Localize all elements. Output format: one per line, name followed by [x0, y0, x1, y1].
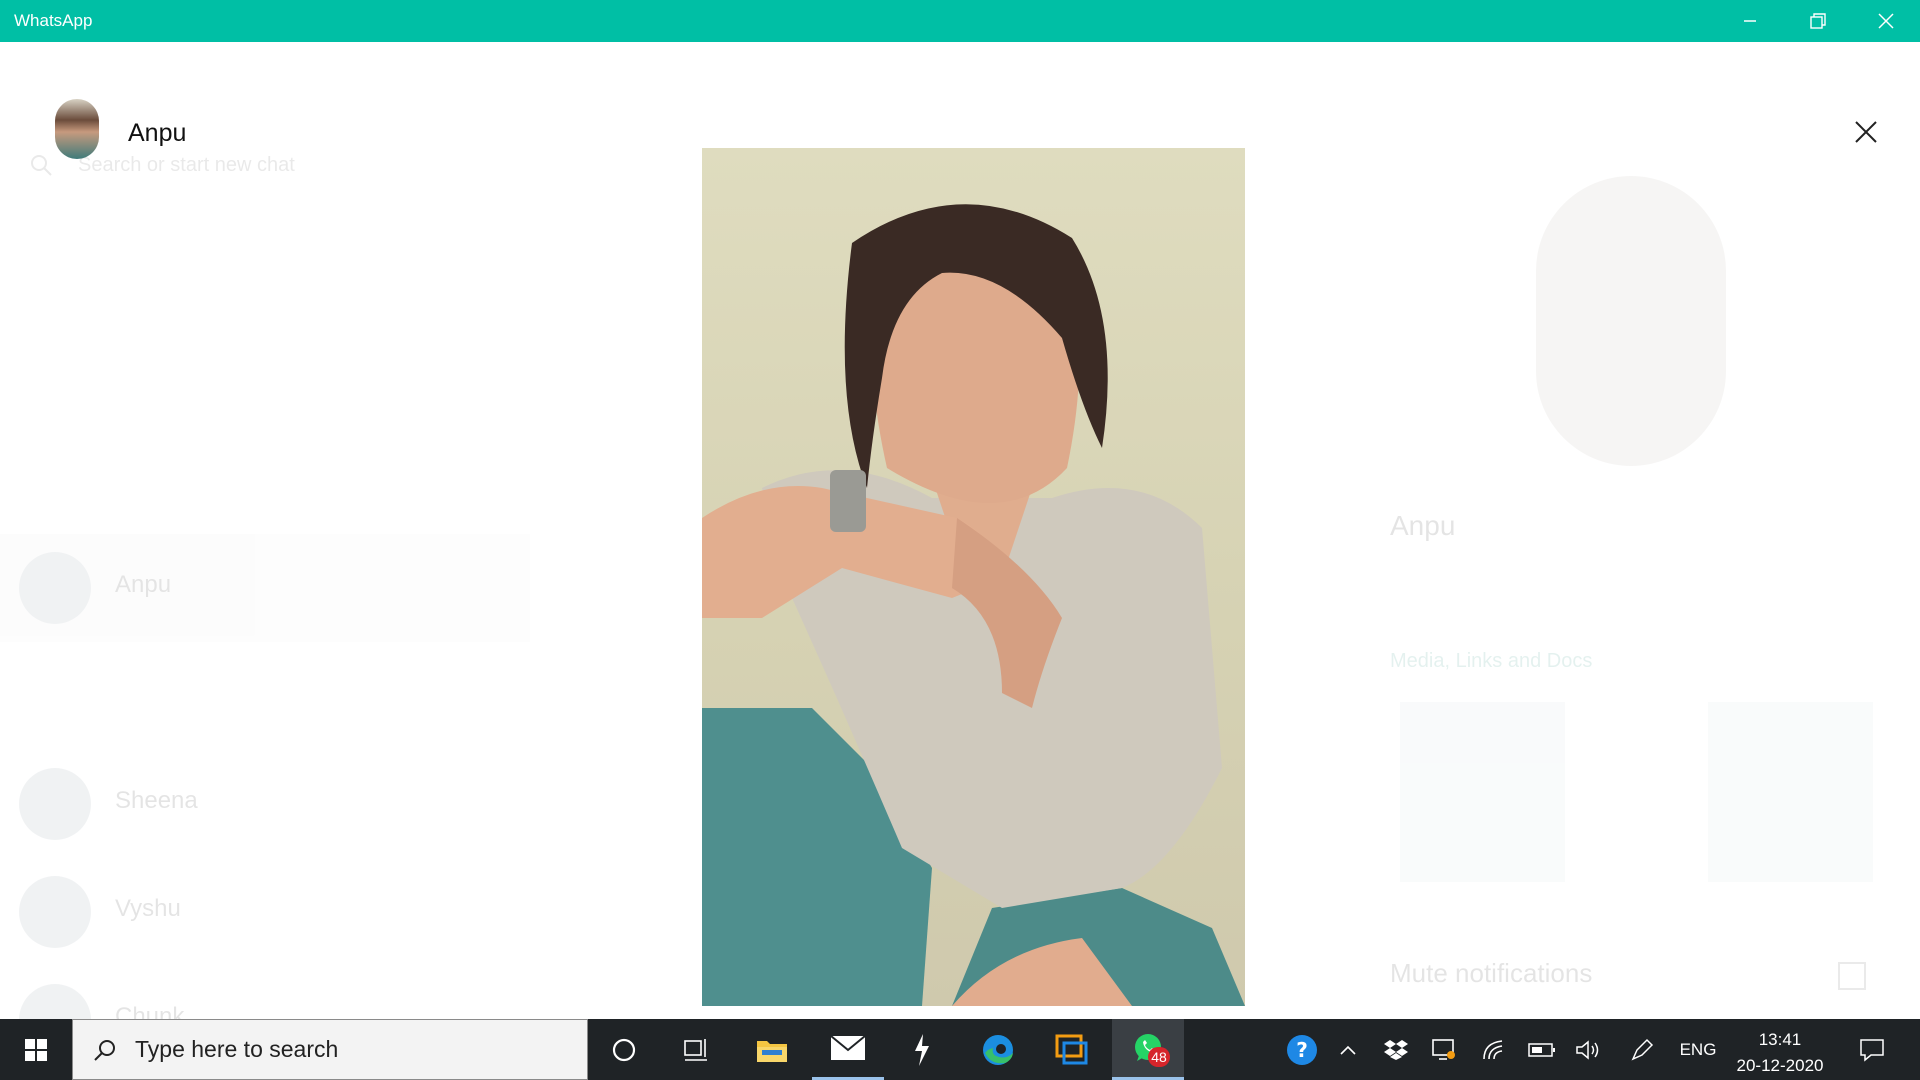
edge-browser-button[interactable]	[962, 1019, 1034, 1080]
file-explorer-button[interactable]	[736, 1019, 808, 1080]
dropbox-icon	[1384, 1039, 1408, 1060]
restore-button[interactable]	[1784, 0, 1852, 42]
profile-photo	[702, 148, 1245, 1006]
window-titlebar: WhatsApp	[0, 0, 1920, 42]
chat-name: Sheena	[115, 787, 198, 814]
help-icon: ?	[1287, 1034, 1317, 1065]
chat-name: Vyshu	[115, 895, 181, 922]
battery-icon	[1528, 1042, 1555, 1057]
close-viewer-button[interactable]	[1846, 112, 1886, 152]
mail-button[interactable]	[812, 1019, 884, 1080]
search-icon	[31, 155, 52, 176]
svg-text:?: ?	[1296, 1038, 1308, 1062]
app-title: WhatsApp	[14, 11, 93, 30]
profile-name: Anpu	[1390, 510, 1456, 541]
help-tray-button[interactable]: ?	[1280, 1019, 1324, 1080]
whatsapp-taskbar-button[interactable]: 48	[1112, 1019, 1184, 1080]
avatar	[19, 552, 91, 624]
profile-picture[interactable]	[1536, 176, 1726, 466]
folder-icon	[757, 1040, 787, 1062]
chat-list-item[interactable]: Anpu	[0, 534, 530, 642]
minimize-button[interactable]	[1716, 0, 1784, 42]
mute-notifications-label: Mute notifications	[1390, 958, 1593, 988]
close-icon	[1878, 13, 1894, 29]
avatar	[19, 768, 91, 840]
show-hidden-icons-button[interactable]	[1330, 1019, 1366, 1080]
taskbar-search-box[interactable]: Type here to search	[72, 1019, 588, 1080]
close-window-button[interactable]	[1852, 0, 1920, 42]
taskbar-clock[interactable]: 13:41 20-12-2020	[1724, 1027, 1836, 1079]
unread-badge: 48	[1148, 1047, 1170, 1067]
security-tray-icon[interactable]	[1424, 1019, 1464, 1080]
action-center-button[interactable]	[1846, 1019, 1898, 1080]
media-links-docs-link[interactable]: Media, Links and Docs	[1390, 650, 1592, 673]
input-language[interactable]: ENG	[1672, 1019, 1724, 1080]
app-window-icon	[1055, 1034, 1088, 1064]
remote-app-button[interactable]	[1036, 1019, 1108, 1080]
mute-notifications-checkbox[interactable]	[1838, 962, 1866, 990]
chat-search[interactable]: Search or start new chat	[30, 145, 530, 185]
power-automate-button[interactable]	[886, 1019, 958, 1080]
search-icon	[94, 1039, 115, 1061]
monitor-alert-icon	[1432, 1038, 1455, 1060]
media-thumbnail[interactable]	[1708, 702, 1873, 882]
contact-name: Anpu	[128, 119, 187, 147]
chat-search-placeholder: Search or start new chat	[78, 153, 295, 176]
volume-tray-icon[interactable]	[1568, 1019, 1608, 1080]
wifi-icon	[1483, 1039, 1503, 1059]
pen-icon	[1631, 1038, 1654, 1060]
chat-list-item[interactable]: Sheena	[0, 750, 530, 858]
chat-list-item[interactable]: Vyshu	[0, 858, 530, 966]
clock-date: 20-12-2020	[1736, 1056, 1824, 1075]
start-button[interactable]	[0, 1019, 72, 1080]
mail-icon	[830, 1035, 866, 1060]
media-viewer-header: Anpu	[0, 42, 1920, 159]
speaker-icon	[1576, 1039, 1599, 1060]
windows-taskbar: Type here to search 48 ? ENG 13:41 20-12…	[0, 1019, 1920, 1080]
cortana-button[interactable]	[588, 1019, 660, 1080]
task-view-icon	[684, 1038, 707, 1061]
media-thumbnail[interactable]	[1400, 702, 1565, 882]
minimize-icon	[1744, 20, 1756, 22]
restore-icon	[1810, 13, 1826, 29]
cortana-icon	[612, 1038, 636, 1061]
profile-photo-image	[702, 204, 1245, 1006]
pen-workspace-tray-icon[interactable]	[1622, 1019, 1662, 1080]
chevron-up-icon	[1340, 1045, 1356, 1055]
windows-logo-icon	[25, 1038, 47, 1061]
wifi-tray-icon[interactable]	[1474, 1019, 1514, 1080]
taskbar-search-placeholder: Type here to search	[135, 1036, 339, 1062]
avatar	[19, 876, 91, 948]
battery-tray-icon[interactable]	[1522, 1019, 1562, 1080]
dropbox-tray-icon[interactable]	[1378, 1019, 1414, 1080]
edge-icon	[983, 1034, 1013, 1065]
task-view-button[interactable]	[660, 1019, 732, 1080]
close-icon	[1855, 121, 1877, 143]
lightning-icon	[915, 1033, 929, 1066]
notification-icon	[1860, 1038, 1884, 1062]
chat-name: Anpu	[115, 571, 172, 598]
clock-time: 13:41	[1758, 1030, 1802, 1049]
contact-avatar[interactable]	[55, 99, 99, 159]
